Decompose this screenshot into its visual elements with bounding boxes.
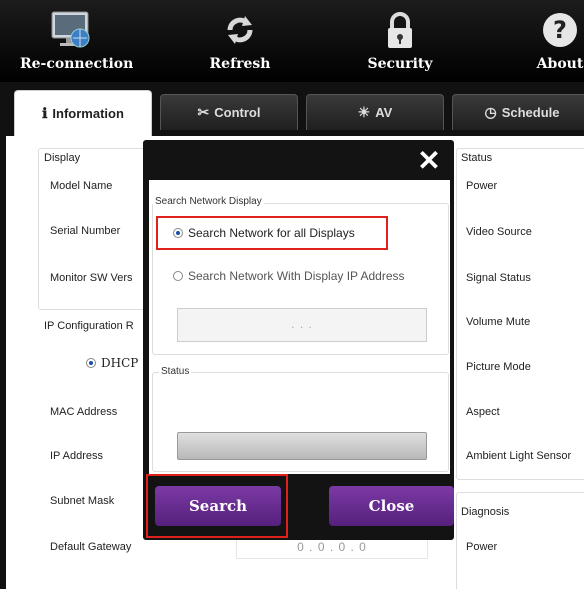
security-button[interactable]: Security [355, 0, 445, 82]
power-label: Power [466, 180, 498, 192]
gateway-field: 0 . 0 . 0 . 0 [236, 539, 428, 559]
clock-icon: ◷ [484, 104, 497, 120]
tab-information-label: Information [52, 106, 124, 121]
monitor-globe-icon [51, 11, 90, 48]
mac-address-label: MAC Address [50, 406, 118, 418]
picture-mode-label: Picture Mode [466, 361, 531, 373]
reconnection-button[interactable]: Re-connection [20, 0, 134, 82]
diagnosis-legend: Diagnosis [461, 506, 510, 518]
tab-av-label: AV [375, 105, 393, 120]
status-legend: Status [159, 366, 192, 377]
default-gateway-label: Default Gateway [50, 541, 132, 553]
status-legend: Status [461, 152, 493, 164]
ip-address-label: IP Address [50, 450, 103, 462]
close-button[interactable]: Close [329, 486, 454, 526]
security-label: Security [367, 56, 433, 72]
refresh-label: Refresh [209, 56, 271, 72]
tab-bar: ℹ Information ✂ Control ☀ AV ◷ Schedule [6, 82, 584, 136]
highlight-search-button [146, 474, 288, 538]
about-label: About [536, 56, 584, 72]
serial-number-label: Serial Number [50, 225, 121, 237]
question-icon: ? [543, 13, 577, 47]
dhcp-radio[interactable]: DHCP [86, 356, 138, 370]
status-group [456, 148, 584, 480]
padlock-icon [388, 12, 412, 48]
toolbar: Re-connection Refresh Security ? About [0, 0, 584, 82]
highlight-search-all [156, 216, 388, 250]
app-window: Re-connection Refresh Security ? About ℹ… [0, 0, 584, 589]
tab-schedule-label: Schedule [501, 105, 560, 120]
diag-power-label: Power [466, 541, 498, 553]
search-progress-bar [177, 432, 427, 460]
dhcp-label: DHCP [101, 356, 139, 370]
monitor-sw-label: Monitor SW Vers [50, 272, 133, 284]
model-name-label: Model Name [50, 180, 113, 192]
svg-text:?: ? [553, 16, 567, 44]
ip-config-label: IP Configuration R [44, 320, 134, 332]
close-icon[interactable]: ✕ [413, 146, 445, 176]
refresh-icon [227, 16, 253, 44]
signal-status-label: Signal Status [466, 272, 531, 284]
video-source-label: Video Source [466, 226, 532, 238]
tab-control[interactable]: ✂ Control [160, 94, 298, 130]
tab-schedule[interactable]: ◷ Schedule [452, 94, 584, 130]
aspect-label: Aspect [466, 406, 500, 418]
tools-icon: ✂ [197, 104, 210, 120]
search-legend: Search Network Display [153, 196, 264, 207]
display-ip-input[interactable]: . . . [177, 308, 427, 342]
subnet-mask-label: Subnet Mask [50, 495, 115, 507]
reconnection-label: Re-connection [20, 56, 134, 72]
about-button[interactable]: ? About [520, 0, 584, 82]
refresh-button[interactable]: Refresh [195, 0, 285, 82]
radio-dot [86, 358, 96, 368]
tab-information[interactable]: ℹ Information [14, 90, 152, 136]
volume-mute-label: Volume Mute [466, 316, 531, 328]
option-search-ip-label: Search Network With Display IP Address [188, 269, 405, 283]
display-legend: Display [44, 152, 81, 164]
ip-dots: . . . [291, 317, 313, 331]
ambient-light-label: Ambient Light Sensor [466, 450, 572, 462]
dialog-body: Search Network Display Search Network fo… [149, 180, 450, 474]
radio-dot [173, 271, 183, 281]
sun-icon: ☀ [357, 104, 371, 120]
info-icon: ℹ [42, 105, 48, 121]
tab-av[interactable]: ☀ AV [306, 94, 444, 130]
option-search-ip[interactable]: Search Network With Display IP Address [173, 269, 405, 283]
tab-control-label: Control [214, 105, 261, 120]
